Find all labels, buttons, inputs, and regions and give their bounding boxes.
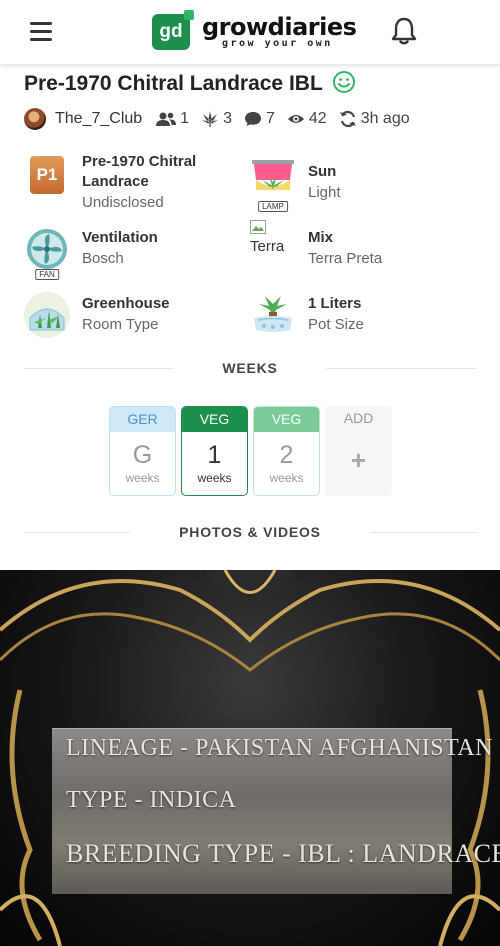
author-name[interactable]: The_7_Club (55, 110, 142, 128)
room-text: Greenhouse Room Type (82, 294, 170, 335)
strain-icon: P1 (24, 152, 70, 198)
pot-info[interactable]: 1 Liters Pot Size (250, 290, 470, 350)
fan-type: Ventilation (82, 229, 158, 246)
strain-info[interactable]: P1 Pre-1970 Chitral Landrace Undisclosed (24, 152, 244, 212)
room-type: Greenhouse (82, 295, 170, 312)
pot-size: 1 Liters (308, 295, 362, 312)
lamp-type: Sun (308, 163, 337, 180)
lamp-text: Sun Light (308, 162, 341, 203)
greenhouse-icon (24, 292, 70, 338)
bell-icon[interactable] (390, 16, 418, 46)
refresh-icon (339, 110, 356, 128)
photos-heading-text: PHOTOS & VIDEOS (179, 524, 321, 540)
growdiaries-logo[interactable]: gd growdiaries grow your own (152, 10, 357, 54)
type-text: TYPE - INDICA (66, 787, 237, 813)
medium-brand: Terra Preta (308, 250, 383, 267)
photos-heading: PHOTOS & VIDEOS (24, 522, 476, 542)
week-unit: weeks (197, 471, 232, 485)
cannabis-leaf-icon (202, 111, 219, 127)
weeks-heading: WEEKS (24, 358, 476, 378)
logo-name: growdiaries (202, 13, 357, 41)
room-info[interactable]: Greenhouse Room Type (24, 292, 244, 352)
lamp-info[interactable]: LAMP Sun Light (250, 160, 470, 220)
diary-photo[interactable]: LINEAGE - PAKISTAN AFGHANISTAN TYPE - IN… (0, 570, 500, 946)
weeks-heading-text: WEEKS (222, 360, 278, 376)
app-header: gd growdiaries grow your own (0, 0, 500, 64)
lamp-icon: LAMP (250, 160, 296, 212)
week-number: 1 (207, 441, 222, 469)
week-card-veg-2[interactable]: VEG 2 weeks (253, 406, 320, 496)
divider (24, 368, 174, 369)
pot-text: 1 Liters Pot Size (308, 294, 364, 335)
lineage-text: LINEAGE - PAKISTAN AFGHANISTAN (66, 735, 493, 761)
smile-icon (333, 71, 356, 94)
plants-stat: 3 (201, 110, 232, 128)
medium-text: Mix Terra Preta (308, 228, 382, 269)
room-sub: Room Type (82, 316, 159, 333)
views-stat: 42 (287, 110, 327, 128)
fan-text: Ventilation Bosch (82, 228, 158, 269)
strain-icon-text: P1 (30, 156, 64, 194)
strain-name: Pre-1970 Chitral Landrace (82, 153, 197, 190)
breeding-type-text: BREEDING TYPE - IBL : LANDRACE (66, 839, 500, 868)
divider (326, 368, 476, 369)
followers-stat: 1 (156, 110, 189, 128)
comments-stat[interactable]: 7 (244, 110, 275, 128)
week-card-veg-1[interactable]: VEG 1 weeks (181, 406, 248, 496)
medium-alt-text: Terra (250, 238, 285, 255)
comments-count: 7 (265, 110, 275, 127)
strain-text: Pre-1970 Chitral Landrace Undisclosed (82, 152, 232, 213)
followers-count: 1 (180, 110, 190, 127)
views-count: 42 (308, 110, 327, 127)
divider (370, 532, 476, 533)
week-stage: GER (110, 407, 175, 432)
week-unit: weeks (125, 471, 160, 485)
add-week-button[interactable]: ADD + (325, 406, 392, 496)
pot-icon (250, 290, 296, 336)
plants-count: 3 (223, 110, 232, 127)
lamp-badge: LAMP (258, 201, 288, 212)
eye-icon (287, 115, 304, 123)
updated-time: 3h ago (360, 110, 410, 127)
fan-icon: FAN (24, 228, 70, 280)
medium-type: Mix (308, 229, 334, 246)
week-stage: VEG (182, 407, 247, 432)
week-number: G (132, 441, 153, 469)
week-number: 2 (279, 441, 294, 469)
plus-icon: + (350, 445, 367, 475)
users-icon (156, 112, 177, 126)
fan-info[interactable]: FAN Ventilation Bosch (24, 228, 244, 288)
week-unit: weeks (269, 471, 304, 485)
author-avatar[interactable] (24, 108, 46, 130)
fan-badge: FAN (35, 269, 59, 280)
diary-title: Pre-1970 Chitral Landrace IBL (24, 71, 356, 96)
fan-brand: Bosch (82, 250, 124, 267)
hamburger-menu-icon[interactable] (30, 22, 52, 41)
logo-mark: gd (152, 10, 194, 50)
pot-sub: Pot Size (308, 316, 364, 333)
add-week-label: ADD (343, 410, 374, 426)
logo-tagline: grow your own (222, 38, 333, 49)
updated-stat: 3h ago (339, 110, 410, 128)
divider (24, 532, 130, 533)
medium-info[interactable]: Terra Mix Terra Preta (250, 220, 470, 280)
strain-breeder: Undisclosed (82, 194, 164, 211)
week-stage: VEG (254, 407, 319, 432)
diary-title-text: Pre-1970 Chitral Landrace IBL (24, 72, 323, 95)
lamp-sub: Light (308, 184, 341, 201)
diary-meta: The_7_Club 1 3 7 42 3h ago (24, 108, 422, 130)
broken-image-icon: Terra (250, 220, 296, 266)
week-card-germination[interactable]: GER G weeks (109, 406, 176, 496)
comment-icon (244, 112, 261, 126)
info-plaque: LINEAGE - PAKISTAN AFGHANISTAN TYPE - IN… (52, 728, 500, 894)
